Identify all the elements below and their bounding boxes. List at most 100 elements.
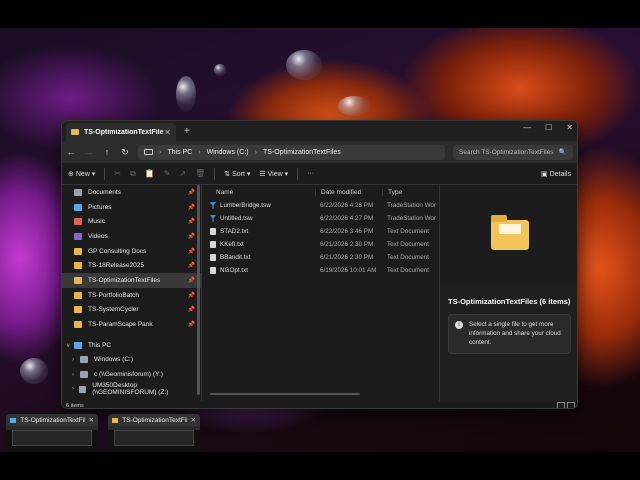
more-options-button[interactable]: ··· [307, 170, 314, 177]
tiles-view-icon[interactable] [567, 402, 575, 408]
view-toggle [557, 402, 575, 408]
table-row[interactable]: LumberBridge.tsw 6/22/2026 4:28 PM TradeSt… [202, 199, 439, 212]
command-bar: ⊕ New ▾ ✂ ⧉ 📋 ✎ ↗ 🗑 ⇅ Sort ▾ ☰ View ▾ ··… [62, 163, 577, 185]
minimize-button[interactable]: — [523, 123, 531, 132]
close-tab-icon[interactable]: ✕ [164, 128, 171, 137]
tree-item[interactable]: › Windows (C:) [62, 353, 201, 368]
file-name-cell: BBandit.txt [202, 254, 315, 261]
maximize-button[interactable]: ☐ [545, 123, 552, 132]
tree-item[interactable]: › c (\\Geominisforum) (Y:) [62, 367, 201, 382]
tree-item-label: This PC [88, 341, 112, 349]
tree-item[interactable]: › UM350Desktop (\\GEOMINISFORUM) (Z:) [62, 382, 201, 397]
taskbar-thumbnail[interactable]: TS-OptimizationTextFiles ✕ [6, 414, 98, 452]
sidebar-item[interactable]: Documents 📌 [62, 185, 201, 200]
details-pane-button[interactable]: ▣ Details [541, 170, 571, 178]
sidebar-item-label: TS-PortfolioBatch [88, 291, 139, 299]
table-row[interactable]: KKeft.txt 6/21/2026 2:30 PM Text Document [202, 238, 439, 251]
sidebar-item-label: TS-ParamScape Pank [88, 321, 153, 329]
chevron-icon[interactable]: › [72, 386, 79, 392]
file-name-cell: Untitled.tsw [202, 215, 315, 222]
column-type[interactable]: Type [382, 188, 439, 196]
up-button[interactable]: ↑ [102, 147, 112, 157]
file-type: Text Document [387, 228, 429, 235]
chevron-icon[interactable]: › [72, 372, 80, 378]
table-row[interactable]: NGOpt.txt 6/19/2026 10:01 AM Text Document [202, 264, 439, 277]
share-icon[interactable]: ↗ [179, 169, 186, 178]
thumbnail-header: TS-OptimizationTextFiles ✕ [108, 414, 200, 426]
tree-item[interactable]: ∨ This PC [62, 338, 201, 353]
chevron-icon[interactable]: › [72, 357, 80, 363]
back-button[interactable]: ← [66, 147, 76, 157]
title-bar: TS-OptimizationTextFiles ✕ + — ☐ ✕ [62, 121, 577, 141]
horizontal-scrollbar[interactable] [210, 393, 360, 395]
chevron-icon[interactable]: ∨ [66, 342, 74, 349]
pin-icon[interactable]: 📌 [188, 262, 195, 269]
view-label: View [267, 170, 283, 178]
drive-icon [80, 371, 88, 379]
file-name: STAD2.txt [220, 228, 249, 235]
pin-icon[interactable]: 📌 [188, 277, 195, 284]
delete-icon[interactable]: 🗑 [195, 169, 205, 178]
sidebar-item[interactable]: GP Consulting Docs 📌 [62, 244, 201, 259]
refresh-button[interactable]: ↻ [120, 147, 130, 158]
pin-icon[interactable]: 📌 [188, 248, 195, 255]
search-input[interactable]: Search TS-OptimizationTextFiles 🔍 [453, 144, 573, 160]
sidebar-item[interactable]: TS-OptimizationTextFiles 📌 [62, 273, 201, 288]
table-row[interactable]: STAD2.txt 6/22/2026 3:46 PM Text Document [202, 225, 439, 238]
address-field[interactable]: › This PC › Windows (C:) › TS-Optimizati… [138, 144, 445, 160]
file-date: 6/22/2026 4:27 PM [320, 215, 374, 222]
tab-label: TS-OptimizationTextFiles [84, 128, 165, 136]
file-name-cell: STAD2.txt [202, 228, 315, 235]
glass-bubble-decoration [20, 358, 48, 384]
pin-icon[interactable]: 📌 [188, 321, 195, 328]
column-date-modified[interactable]: Date modified [315, 188, 382, 196]
close-window-button[interactable]: ✕ [566, 123, 573, 132]
column-headers: Name Date modified Type [202, 185, 439, 199]
close-icon[interactable]: ✕ [89, 416, 94, 424]
sidebar-item[interactable]: TS-PortfolioBatch 📌 [62, 288, 201, 303]
taskbar-thumbnail[interactable]: TS-OptimizationTextFiles ✕ [108, 414, 200, 452]
cut-icon[interactable]: ✂ [114, 169, 121, 178]
tab-explorer[interactable]: TS-OptimizationTextFiles ✕ [66, 123, 176, 141]
folder-icon [71, 129, 79, 135]
pin-icon[interactable]: 📌 [188, 218, 195, 225]
file-name: BBandit.txt [220, 254, 251, 261]
info-message: i Select a single file to get more infor… [448, 314, 571, 355]
details-title: TS-OptimizationTextFiles (6 items) [448, 297, 571, 306]
table-row[interactable]: Untitled.tsw 6/22/2026 4:27 PM TradeStatio… [202, 212, 439, 225]
breadcrumb-separator: › [254, 148, 257, 156]
breadcrumb-this-pc[interactable]: This PC [167, 149, 192, 156]
pin-icon[interactable]: 📌 [188, 189, 195, 196]
breadcrumb-current-folder[interactable]: TS-OptimizationTextFiles [263, 149, 341, 156]
sort-button[interactable]: ⇅ Sort ▾ [224, 170, 250, 178]
sidebar-item[interactable]: Videos 📌 [62, 229, 201, 244]
new-tab-button[interactable]: + [184, 126, 190, 137]
copy-icon[interactable]: ⧉ [130, 169, 136, 179]
new-button[interactable]: ⊕ New ▾ [68, 170, 95, 178]
folder-icon [74, 276, 82, 284]
paste-icon[interactable]: 📋 [145, 169, 155, 178]
sidebar-item[interactable]: TS-ParamScape Pank 📌 [62, 317, 201, 332]
breadcrumb-windows-c[interactable]: Windows (C:) [207, 149, 249, 156]
column-name[interactable]: Name [202, 189, 315, 196]
sidebar-item[interactable]: Music 📌 [62, 214, 201, 229]
close-icon[interactable]: ✕ [191, 416, 196, 424]
pin-icon[interactable]: 📌 [188, 204, 195, 211]
nav-scrollbar[interactable] [197, 185, 200, 395]
details-view-icon[interactable] [557, 402, 565, 408]
sidebar-item[interactable]: Pictures 📌 [62, 200, 201, 215]
pin-icon[interactable]: 📌 [188, 306, 195, 313]
thumbnail-preview [6, 430, 98, 452]
table-row[interactable]: BBandit.txt 6/21/2026 2:30 PM Text Documen… [202, 251, 439, 264]
rename-icon[interactable]: ✎ [164, 169, 171, 178]
pin-icon[interactable]: 📌 [188, 233, 195, 240]
forward-button[interactable]: → [84, 147, 94, 157]
view-button[interactable]: ☰ View ▾ [259, 170, 288, 178]
glass-bubble-decoration [338, 96, 370, 116]
pin-icon[interactable]: 📌 [188, 292, 195, 299]
sidebar-item[interactable]: TS-SystemCycler 📌 [62, 303, 201, 318]
folder-icon [74, 306, 82, 314]
sidebar-item[interactable]: TS-18Release2025 📌 [62, 258, 201, 273]
toolbar-divider [104, 167, 106, 180]
file-type: Text Document [387, 254, 429, 261]
